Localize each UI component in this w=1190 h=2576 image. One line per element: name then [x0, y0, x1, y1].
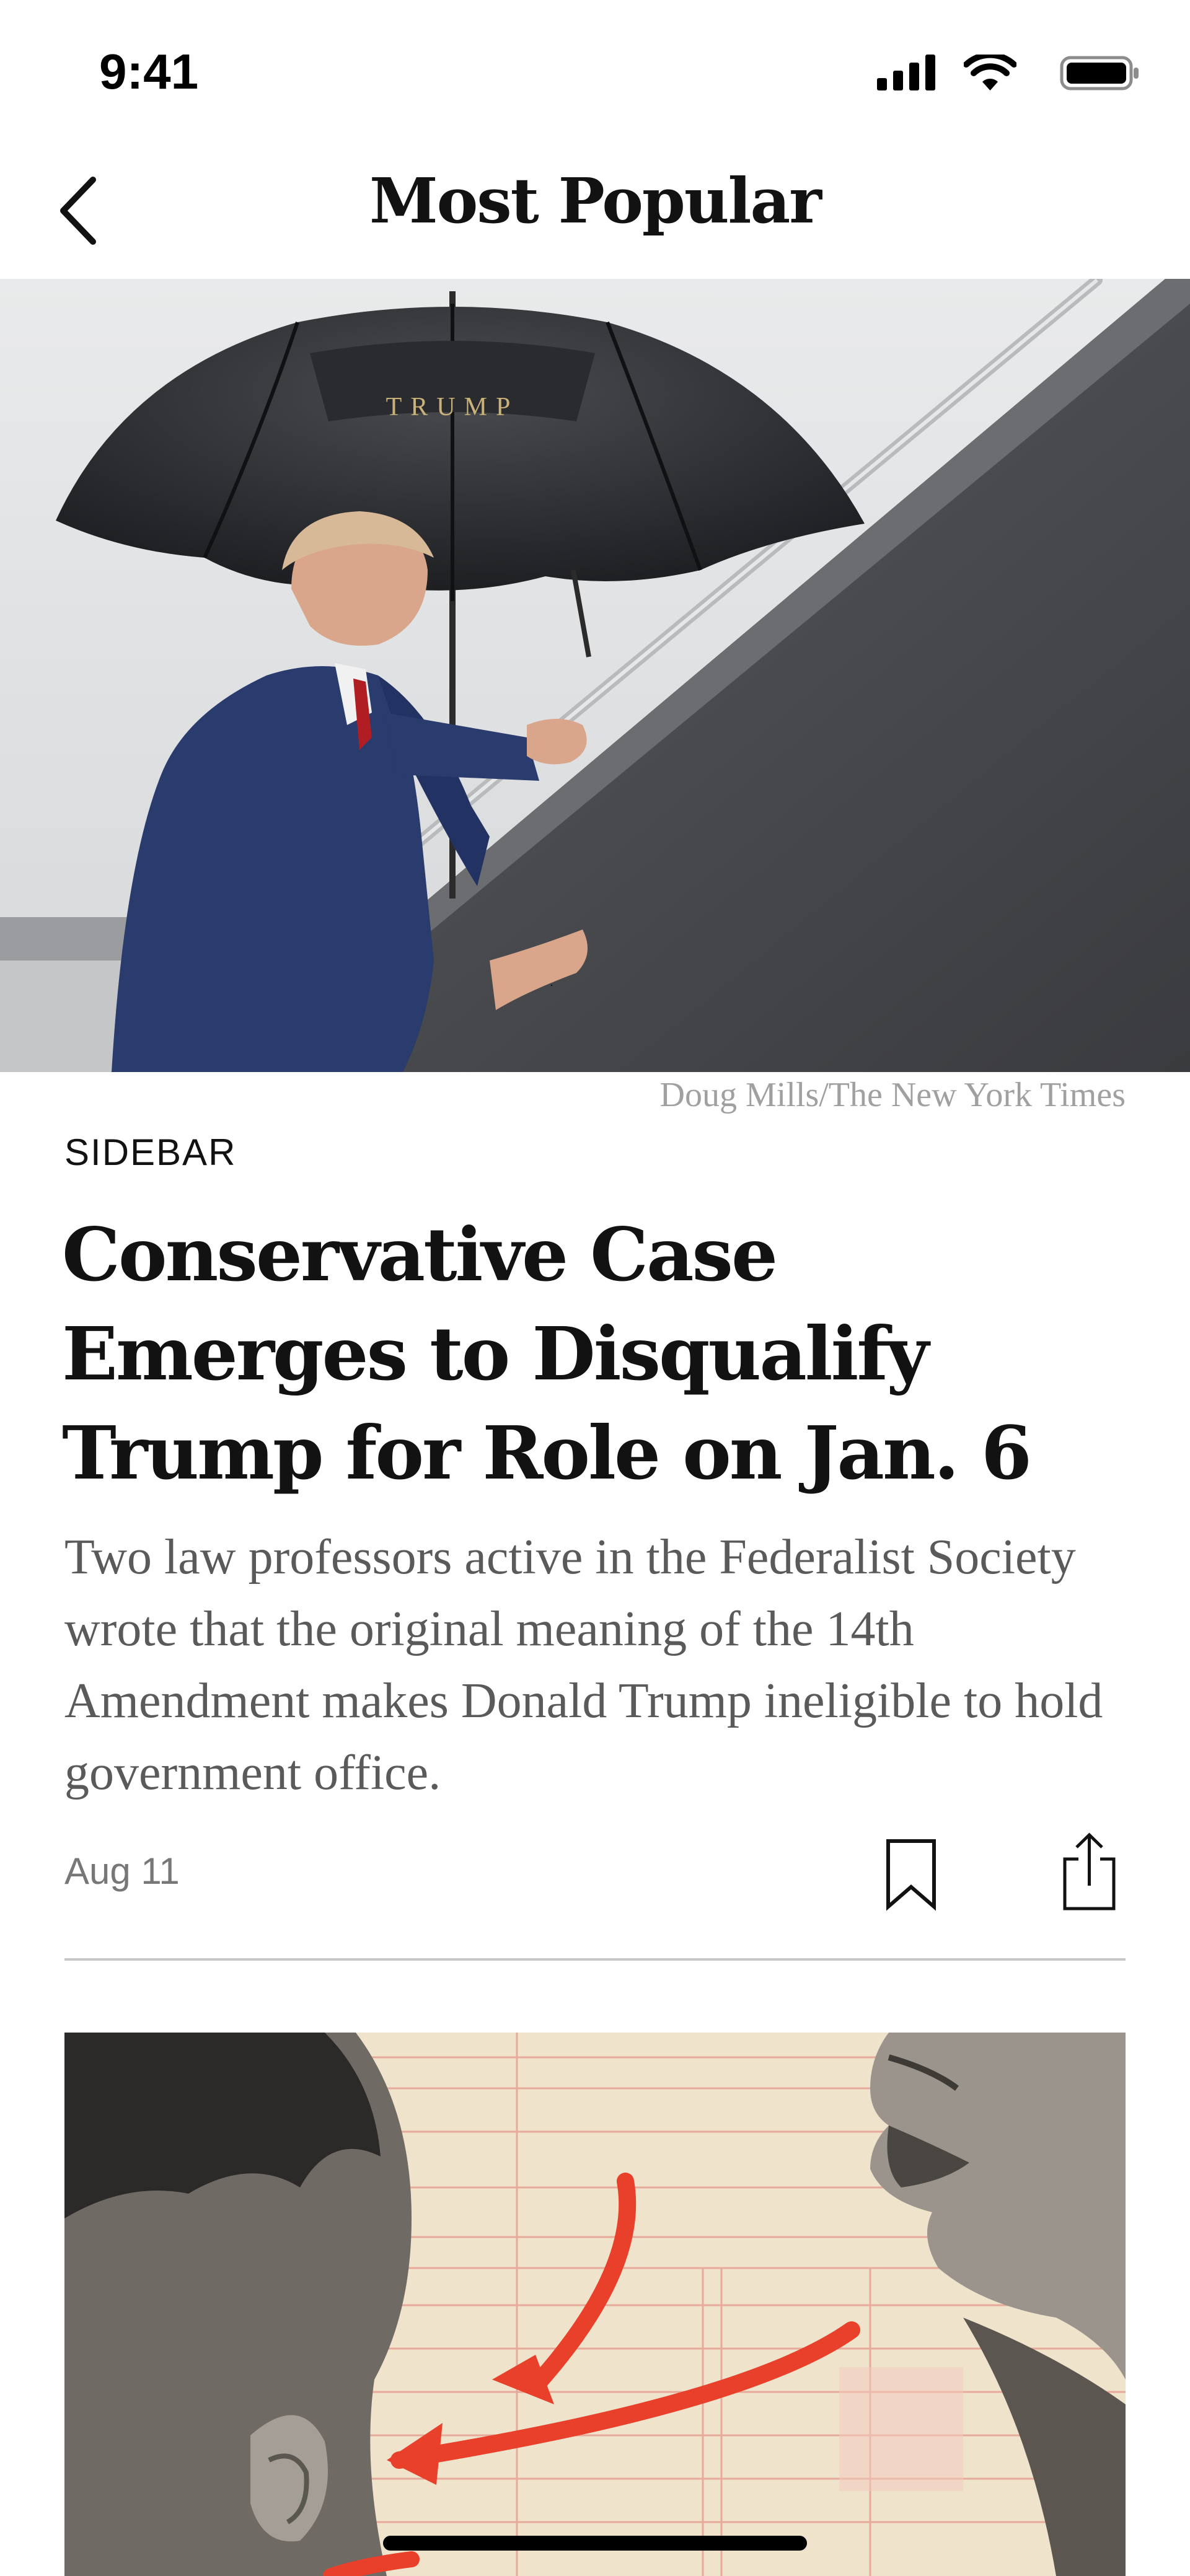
image-credit: Doug Mills/The New York Times — [659, 1076, 1126, 1114]
home-indicator[interactable] — [383, 2536, 807, 2551]
article-summary: Two law professors active in the Federal… — [64, 1530, 1103, 1800]
share-button[interactable] — [1060, 1831, 1119, 1912]
page-title: Most Popular — [369, 164, 822, 237]
next-article-image[interactable] — [64, 2033, 1126, 2576]
umbrella-text: TRUMP — [386, 393, 519, 421]
cellular-signal-icon — [877, 55, 935, 90]
article-hero-image[interactable]: TRUMP — [0, 279, 1190, 1072]
hero-photo: TRUMP — [0, 279, 1190, 1072]
article-kicker: SIDEBAR — [64, 1132, 237, 1173]
status-time: 9:41 — [99, 44, 199, 99]
collage-illustration — [64, 2033, 1126, 2576]
battery-icon — [1060, 56, 1139, 90]
wifi-icon — [964, 55, 1016, 90]
article-divider — [64, 1958, 1126, 1961]
bookmark-button[interactable] — [883, 1837, 939, 1912]
status-bar: 9:41 — [0, 0, 1190, 143]
article-headline[interactable]: Conservative Case Emerges to Disqualify … — [62, 1205, 1140, 1503]
nav-bar: Most Popular — [0, 143, 1190, 279]
article-date: Aug 11 — [64, 1850, 180, 1892]
share-icon — [1063, 1832, 1116, 1910]
bookmark-icon — [886, 1839, 936, 1911]
